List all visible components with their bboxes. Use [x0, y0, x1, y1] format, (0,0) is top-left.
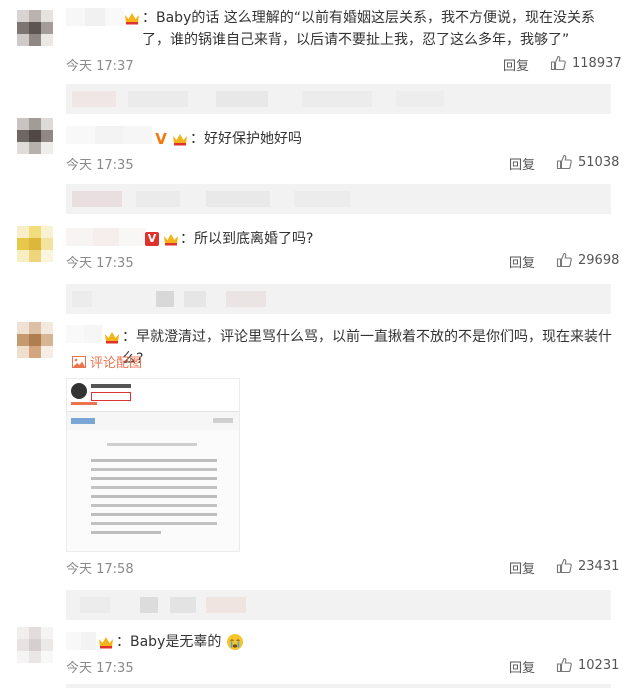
like-button[interactable]: 10231 [556, 657, 619, 673]
collapsed-reply[interactable] [66, 84, 611, 114]
thumbs-up-icon [550, 55, 566, 71]
comment-text-content: ：Baby是无辜的 [116, 634, 222, 650]
user-badges: V [145, 231, 179, 247]
like-button[interactable]: 23431 [556, 558, 619, 574]
avatar[interactable] [17, 118, 53, 154]
crying-emoji-icon [226, 634, 243, 650]
username-blurred[interactable] [66, 325, 102, 343]
user-badges [124, 10, 140, 26]
vip-v-icon: V [145, 231, 159, 246]
crown-badge-icon [105, 331, 119, 343]
avatar[interactable] [17, 627, 53, 663]
reply-button[interactable]: 回复 [509, 558, 535, 577]
comment-time: 今天 17:58 [66, 562, 134, 577]
collapsed-reply[interactable] [66, 590, 611, 620]
image-icon [72, 355, 86, 368]
avatar[interactable] [17, 10, 53, 46]
username-blurred[interactable] [66, 8, 124, 26]
reply-button[interactable]: 回复 [509, 252, 535, 271]
reply-button[interactable]: 回复 [503, 55, 529, 74]
reply-button[interactable]: 回复 [509, 657, 535, 676]
username-blurred[interactable] [66, 228, 147, 246]
comment-text: ：早就澄清过，评论里骂什么骂，以前一直揪着不放的不是你们吗，现在来装什么? [122, 329, 612, 367]
like-count: 29698 [578, 252, 620, 268]
username-blurred[interactable] [66, 126, 153, 144]
collapsed-reply[interactable] [66, 184, 611, 214]
like-count: 23431 [578, 558, 620, 574]
user-badges [104, 329, 120, 345]
thumbs-up-icon [556, 657, 572, 673]
vip-v-icon: V [155, 129, 167, 148]
comment-text: ：Baby的话 这么理解的“以前有婚姻这层关系，我不方便说，现在没关系了，谁的锅… [142, 10, 596, 48]
comment-text: ：Baby是无辜的 [116, 631, 613, 653]
like-count: 118937 [572, 55, 622, 71]
reply-button[interactable]: 回复 [509, 154, 535, 173]
comment-text: ：所以到底离婚了吗? [180, 231, 314, 247]
comment-time: 今天 17:35 [66, 158, 134, 173]
like-button[interactable]: 118937 [550, 55, 622, 71]
like-button[interactable]: 51038 [556, 154, 619, 170]
like-count: 10231 [578, 657, 620, 673]
comment-image-thumbnail[interactable] [66, 378, 240, 552]
comment-picture-link[interactable]: 评论配图 [72, 352, 142, 371]
crown-badge-icon [173, 133, 188, 145]
comment-time: 今天 17:37 [66, 59, 134, 74]
username-blurred[interactable] [66, 632, 96, 650]
crown-badge-icon [164, 233, 179, 245]
thumbs-up-icon [556, 154, 572, 170]
user-badges [98, 634, 114, 650]
collapsed-reply[interactable] [66, 684, 611, 688]
comment-picture-label: 评论配图 [90, 356, 143, 371]
comment-time: 今天 17:35 [66, 661, 134, 676]
comment-text: ：好好保护她好吗 [190, 131, 302, 147]
like-count: 51038 [578, 154, 620, 170]
avatar[interactable] [17, 226, 53, 262]
avatar[interactable] [17, 322, 53, 358]
user-badges: V [154, 131, 188, 147]
like-button[interactable]: 29698 [556, 252, 619, 268]
comment-time: 今天 17:35 [66, 256, 134, 271]
crown-badge-icon [125, 12, 139, 24]
crown-badge-icon [99, 636, 113, 648]
thumbs-up-icon [556, 252, 572, 268]
thumbs-up-icon [556, 558, 572, 574]
collapsed-reply[interactable] [66, 284, 611, 314]
